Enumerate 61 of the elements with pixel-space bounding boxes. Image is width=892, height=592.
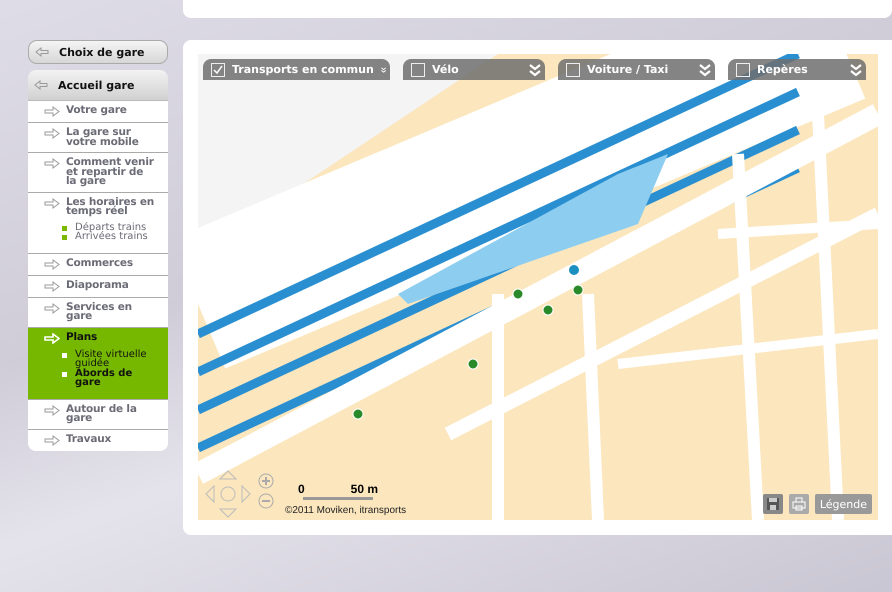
menu-item-label: Services en gare: [66, 302, 133, 322]
layer-toggle[interactable]: Voiture / Taxi: [558, 59, 715, 80]
menu-item-label: Commerces: [66, 258, 133, 268]
printer-icon: [792, 497, 806, 511]
layer-toggle[interactable]: Repères: [728, 59, 866, 80]
menu-item[interactable]: La gare sur votre mobile: [28, 123, 168, 153]
submenu-link[interactable]: Départs trains: [75, 222, 146, 232]
menu-item-label: Comment venir et repartir de la gare: [66, 158, 155, 186]
submenu-link[interactable]: Visite virtuelle guidée: [75, 350, 156, 368]
arrow-icon: [44, 280, 60, 292]
save-button[interactable]: [762, 494, 783, 514]
scale-label: 0: [298, 482, 305, 496]
legend-button[interactable]: Légende: [814, 494, 872, 514]
menu-item[interactable]: Travaux: [28, 430, 168, 450]
copyright-text: ©2011 Moviken, itransports: [285, 505, 406, 516]
menu-item[interactable]: Plans Visite virtuelle guidée Abords de gare: [28, 328, 168, 400]
bullet-icon: [62, 235, 67, 240]
arrow-icon: [44, 106, 60, 117]
checkbox[interactable]: [736, 62, 750, 76]
bullet-icon: [62, 352, 67, 358]
arrow-icon: [44, 434, 60, 446]
chevron-down-icon: [699, 62, 711, 76]
arrow-icon: [44, 258, 60, 270]
menu-item-label: La gare sur votre mobile: [66, 128, 140, 147]
back-button[interactable]: Choix de gare: [28, 40, 168, 64]
layer-toggle[interactable]: Transports en commun: [203, 59, 390, 80]
arrow-icon: [44, 332, 60, 344]
arrow-icon: [44, 404, 60, 416]
menu-item[interactable]: Votre gare: [28, 101, 168, 123]
menu-item-label: Votre gare: [66, 106, 127, 116]
arrow-icon: [44, 128, 60, 139]
arrow-icon: [44, 302, 60, 314]
scale-bar: [303, 497, 373, 500]
arrow-icon: [44, 158, 60, 169]
submenu-link[interactable]: Abords de gare: [75, 368, 156, 388]
layer-toggle[interactable]: Vélo: [403, 59, 545, 80]
home-button[interactable]: Accueil gare: [28, 70, 168, 101]
arrow-icon: [44, 198, 60, 208]
menu-item-label: Plans: [66, 332, 98, 342]
menu-item[interactable]: Autour de la gare: [28, 400, 168, 430]
chevron-down-icon: [850, 62, 862, 76]
menu-item-label: Les horaires en temps réel: [66, 198, 156, 216]
menu-item[interactable]: Comment venir et repartir de la gare: [28, 153, 168, 192]
menu-item-label: Travaux: [66, 434, 112, 444]
chevron-down-icon: [529, 62, 541, 76]
checkbox[interactable]: [411, 62, 425, 76]
bullet-icon: [62, 226, 67, 230]
bullet-icon: [62, 372, 67, 376]
back-arrow-icon: [35, 47, 49, 57]
menu-item-label: Diaporama: [66, 280, 129, 290]
back-arrow-icon: [34, 80, 48, 90]
pan-control-icon[interactable]: [204, 469, 274, 519]
checkbox[interactable]: [211, 62, 225, 76]
menu-item[interactable]: Diaporama: [28, 276, 168, 298]
checkbox[interactable]: [566, 62, 580, 76]
print-button[interactable]: [788, 494, 809, 514]
menu-item[interactable]: Les horaires en temps réel Départs trains Arrivées trains: [28, 192, 168, 254]
scale-label: 50 m: [350, 482, 378, 496]
menu-item[interactable]: Commerces: [28, 254, 168, 276]
menu-item-label: Autour de la gare: [66, 404, 138, 424]
submenu-link[interactable]: Arrivées trains: [75, 232, 148, 242]
